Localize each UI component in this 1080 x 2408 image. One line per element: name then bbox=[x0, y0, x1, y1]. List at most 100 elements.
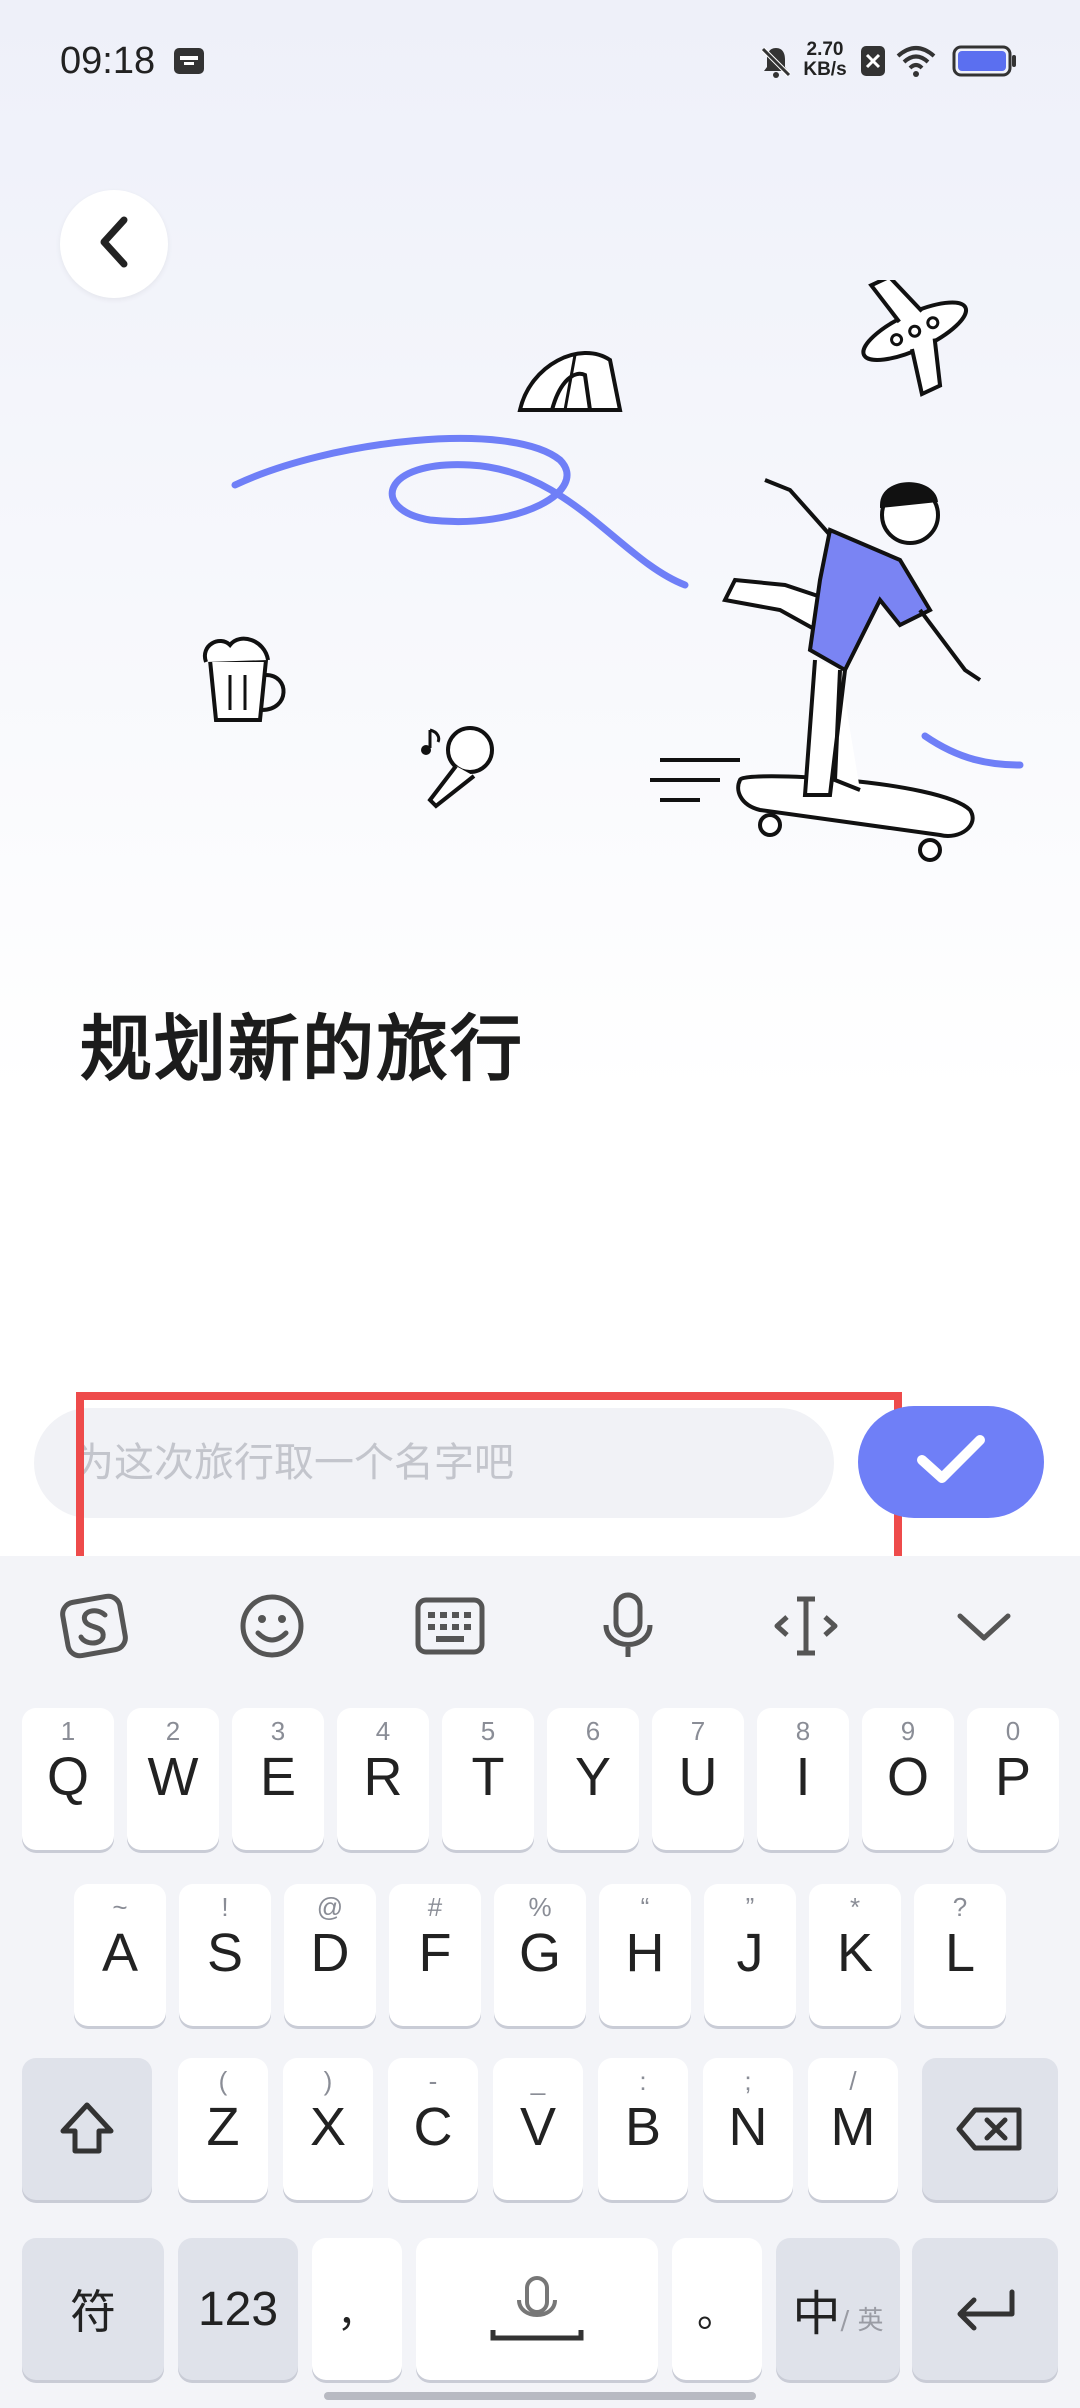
key-secondary-label: ( bbox=[218, 2066, 228, 2096]
motion-line bbox=[921, 732, 1024, 769]
key-secondary-label: ” bbox=[745, 1892, 755, 1922]
key-t[interactable]: 5T bbox=[442, 1708, 534, 1850]
microphone-icon[interactable] bbox=[588, 1586, 668, 1666]
key-secondary-label: ~ bbox=[112, 1892, 128, 1922]
key-label: G bbox=[518, 1923, 561, 1983]
emoji-icon[interactable] bbox=[232, 1586, 312, 1666]
keyboard-icon[interactable] bbox=[410, 1586, 490, 1666]
key-label: J bbox=[736, 1923, 764, 1983]
period-key[interactable]: 。 bbox=[672, 2238, 762, 2380]
travel-illustration bbox=[202, 280, 1024, 862]
key-secondary-label: 2 bbox=[165, 1716, 181, 1746]
key-secondary-label: - bbox=[428, 2066, 438, 2096]
skateboarder-figure bbox=[650, 478, 982, 862]
key-label: A bbox=[101, 1923, 139, 1983]
key-secondary-label: ! bbox=[221, 1892, 229, 1922]
key-r[interactable]: 4R bbox=[337, 1708, 429, 1850]
key-label: E bbox=[259, 1747, 297, 1807]
key-label: O bbox=[886, 1747, 929, 1807]
key-q[interactable]: 1Q bbox=[22, 1708, 114, 1850]
key-h[interactable]: “H bbox=[599, 1884, 691, 2026]
back-button[interactable] bbox=[60, 190, 168, 298]
key-secondary-label: 0 bbox=[1005, 1716, 1021, 1746]
status-time: 09:18 bbox=[60, 40, 156, 82]
key-d[interactable]: @ D bbox=[284, 1884, 376, 2026]
key-secondary-label: 7 bbox=[690, 1716, 706, 1746]
key-secondary-label: 4 bbox=[375, 1716, 391, 1746]
collapse-keyboard-icon[interactable] bbox=[944, 1586, 1024, 1666]
backspace-icon bbox=[956, 2107, 1022, 2151]
sim-disabled-icon bbox=[860, 44, 886, 82]
key-label: F bbox=[418, 1923, 452, 1983]
key-g[interactable]: % G bbox=[494, 1884, 586, 2026]
network-speed: 2.70 KB/s bbox=[800, 40, 850, 80]
backspace-key[interactable] bbox=[922, 2058, 1058, 2200]
voice-input-icon bbox=[490, 2276, 584, 2341]
enter-key[interactable] bbox=[912, 2238, 1058, 2380]
symbols-key[interactable]: 符 bbox=[22, 2238, 164, 2380]
tent-icon bbox=[517, 351, 623, 412]
key-label: K bbox=[836, 1923, 874, 1983]
key-secondary-label: 9 bbox=[900, 1716, 916, 1746]
numbers-key[interactable]: 123 bbox=[178, 2238, 298, 2380]
microphone-icon bbox=[421, 726, 494, 809]
key-secondary-label: ; bbox=[744, 2066, 752, 2096]
key-z[interactable]: (Z bbox=[178, 2058, 268, 2200]
key-label: R bbox=[363, 1747, 403, 1807]
key-a[interactable]: ~ A bbox=[74, 1884, 166, 2026]
key-f[interactable]: # F bbox=[389, 1884, 481, 2026]
key-i[interactable]: 8I bbox=[757, 1708, 849, 1850]
key-e[interactable]: 3E bbox=[232, 1708, 324, 1850]
key-secondary-label: / bbox=[849, 2066, 857, 2096]
key-label: W bbox=[147, 1747, 199, 1807]
key-s[interactable]: ! S bbox=[179, 1884, 271, 2026]
key-label: N bbox=[728, 2097, 768, 2157]
comma-key-label: ， bbox=[337, 2290, 377, 2336]
key-n[interactable]: ; N bbox=[703, 2058, 793, 2200]
key-v[interactable]: _ V bbox=[493, 2058, 583, 2200]
space-key[interactable] bbox=[416, 2238, 658, 2380]
key-label: M bbox=[830, 2097, 876, 2157]
key-j[interactable]: ” J bbox=[704, 1884, 796, 2026]
language-toggle-key[interactable]: 中 / 英 bbox=[776, 2238, 900, 2380]
swirl-line bbox=[231, 434, 689, 589]
key-l[interactable]: ? L bbox=[914, 1884, 1006, 2026]
key-b[interactable]: :B bbox=[598, 2058, 688, 2200]
cursor-icon[interactable] bbox=[766, 1586, 846, 1666]
numbers-key-label: 123 bbox=[197, 2282, 279, 2336]
key-label: L bbox=[944, 1923, 976, 1983]
check-icon bbox=[916, 1432, 986, 1492]
key-k[interactable]: * K bbox=[809, 1884, 901, 2026]
key-secondary-label: 8 bbox=[795, 1716, 811, 1746]
key-label: Y bbox=[574, 1747, 612, 1807]
key-m[interactable]: / M bbox=[808, 2058, 898, 2200]
home-indicator[interactable] bbox=[324, 2392, 756, 2400]
sogou-logo-icon[interactable] bbox=[54, 1586, 134, 1666]
network-speed-unit: KB/s bbox=[803, 59, 847, 80]
key-o[interactable]: 9O bbox=[862, 1708, 954, 1850]
airplane-icon bbox=[861, 280, 969, 397]
comma-key[interactable]: ， bbox=[312, 2238, 402, 2380]
key-x[interactable]: ) X bbox=[283, 2058, 373, 2200]
shift-key[interactable] bbox=[22, 2058, 152, 2200]
shift-icon bbox=[60, 2102, 114, 2154]
key-label: H bbox=[625, 1923, 665, 1983]
key-c[interactable]: -C bbox=[388, 2058, 478, 2200]
period-key-label: 。 bbox=[697, 2290, 737, 2336]
key-label: C bbox=[413, 2097, 453, 2157]
key-secondary-label: 5 bbox=[480, 1716, 496, 1746]
confirm-button[interactable] bbox=[858, 1406, 1044, 1518]
keyboard-toolbar bbox=[0, 1556, 1080, 1696]
key-y[interactable]: 6Y bbox=[547, 1708, 639, 1850]
key-label: P bbox=[994, 1747, 1032, 1807]
key-p[interactable]: 0P bbox=[967, 1708, 1059, 1850]
key-label: D bbox=[310, 1923, 350, 1983]
key-secondary-label: 3 bbox=[270, 1716, 286, 1746]
page-title: 规划新的旅行 bbox=[80, 1007, 525, 1091]
key-w[interactable]: 2W bbox=[127, 1708, 219, 1850]
key-label: S bbox=[206, 1923, 244, 1983]
key-secondary-label: ) bbox=[323, 2066, 333, 2096]
key-secondary-label: @ bbox=[316, 1892, 344, 1922]
trip-name-input[interactable] bbox=[34, 1408, 834, 1518]
key-u[interactable]: 7U bbox=[652, 1708, 744, 1850]
